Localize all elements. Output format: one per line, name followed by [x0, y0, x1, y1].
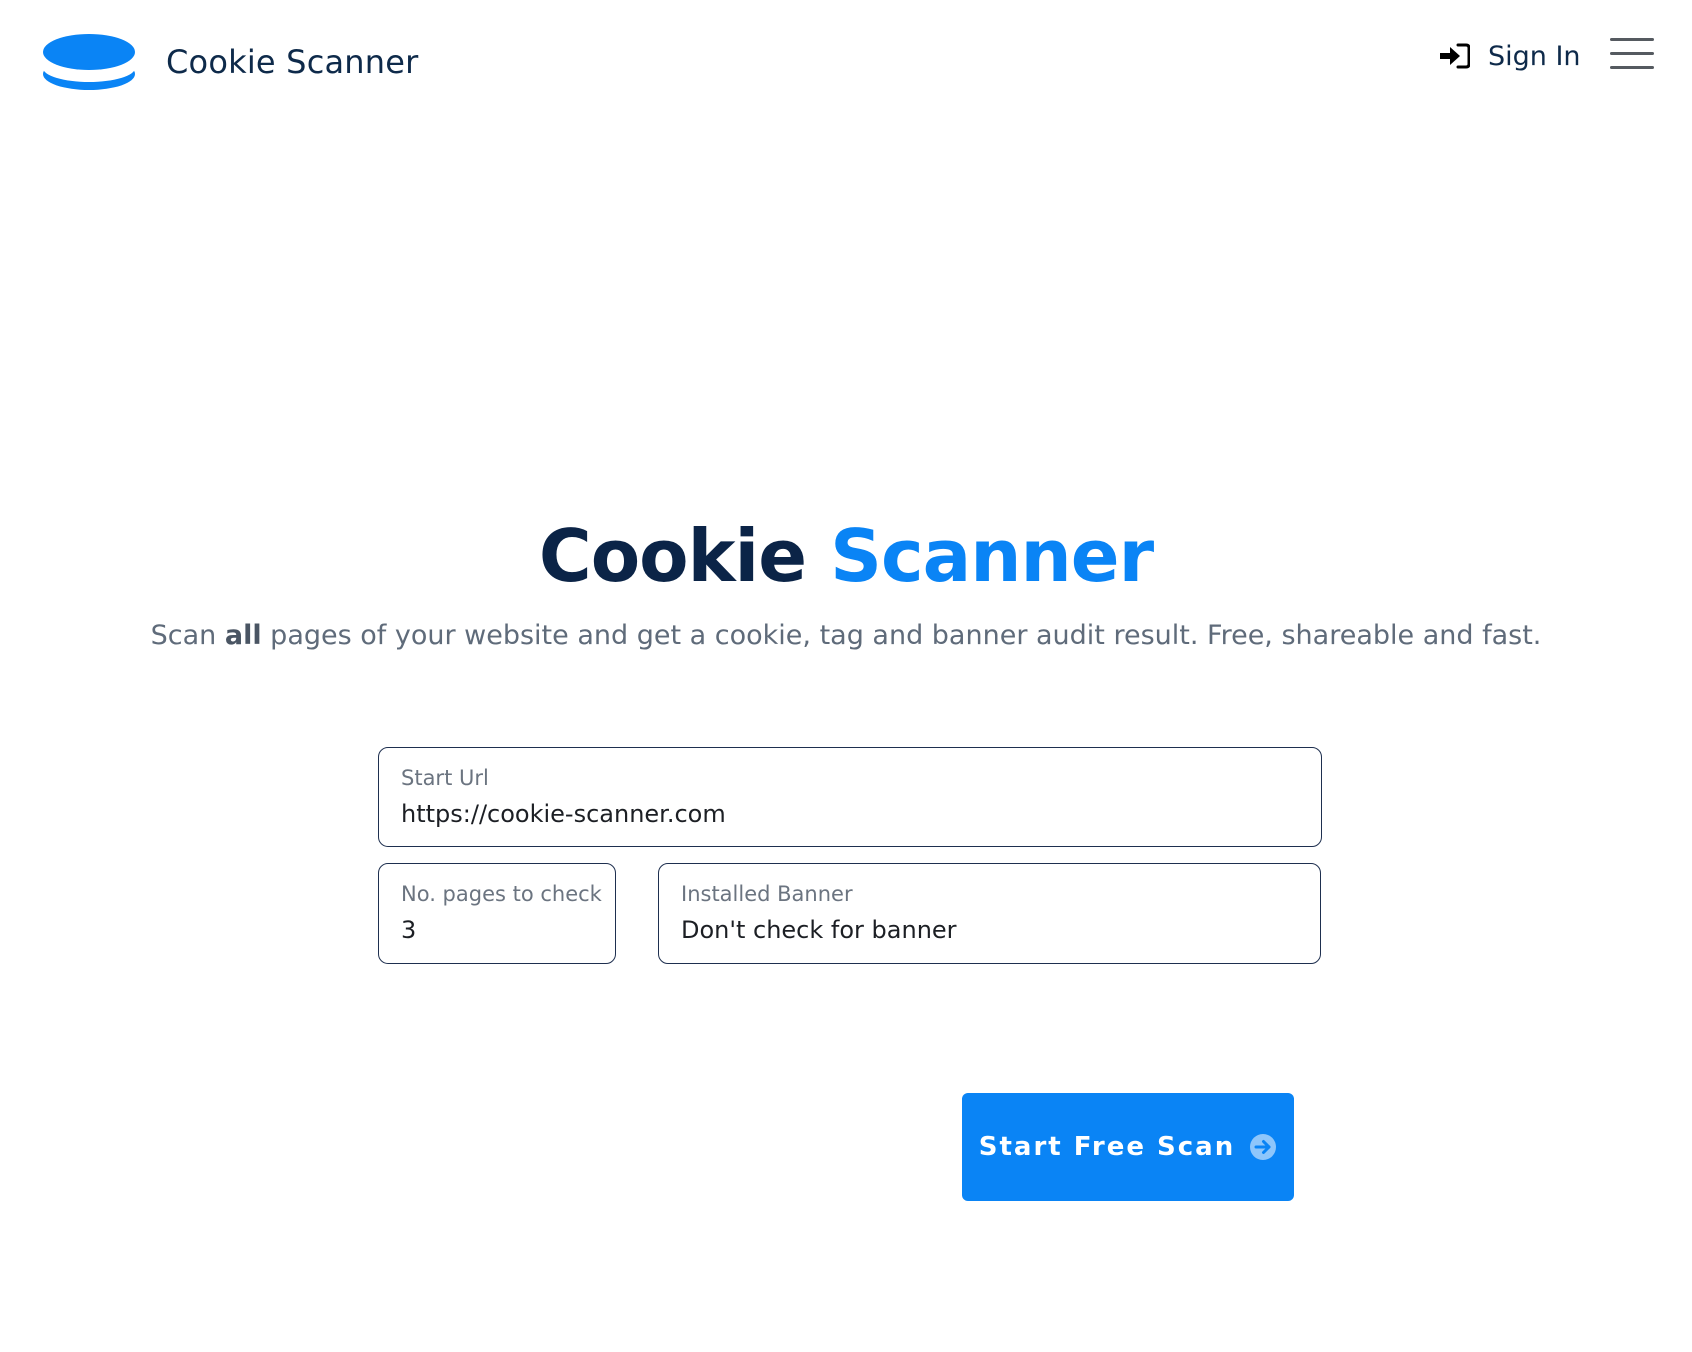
pages-to-check-value: 3: [401, 916, 417, 944]
start-url-label: Start Url: [401, 766, 489, 790]
page: Cookie Scanner Sign In Cookie Scanner Sc…: [0, 0, 1692, 1352]
start-url-value: https://cookie-scanner.com: [401, 800, 726, 828]
installed-banner-select[interactable]: Installed Banner Don't check for banner: [658, 863, 1321, 964]
hero-title-scanner: Scanner: [830, 514, 1154, 598]
cookie-stack-icon: [43, 34, 135, 90]
hamburger-menu-button[interactable]: [1610, 36, 1654, 72]
top-navbar: Cookie Scanner Sign In: [0, 0, 1692, 120]
sign-in-link[interactable]: Sign In: [1440, 36, 1581, 76]
installed-banner-label: Installed Banner: [681, 882, 853, 906]
sign-in-icon: [1440, 43, 1470, 69]
sign-in-label: Sign In: [1488, 40, 1581, 72]
hero-subtitle: Scan all pages of your website and get a…: [0, 618, 1692, 654]
pages-to-check-label: No. pages to check: [401, 882, 602, 906]
hero-subtitle-start: Scan: [150, 620, 225, 651]
hero-title: Cookie Scanner: [0, 516, 1692, 596]
hero-subtitle-end: pages of your website and get a cookie, …: [261, 620, 1542, 651]
pages-to-check-input[interactable]: No. pages to check 3: [378, 863, 616, 964]
start-free-scan-label: Start Free Scan: [978, 1132, 1236, 1162]
arrow-right-circle-icon: [1250, 1134, 1277, 1160]
brand-name: Cookie Scanner: [166, 43, 419, 81]
installed-banner-value: Don't check for banner: [681, 916, 957, 944]
hero-subtitle-bold: all: [224, 620, 262, 651]
hero-title-cookie: Cookie: [538, 514, 807, 598]
start-url-input[interactable]: Start Url https://cookie-scanner.com: [378, 747, 1322, 847]
brand-home-link[interactable]: Cookie Scanner: [42, 32, 419, 92]
start-free-scan-button[interactable]: Start Free Scan: [962, 1093, 1294, 1201]
